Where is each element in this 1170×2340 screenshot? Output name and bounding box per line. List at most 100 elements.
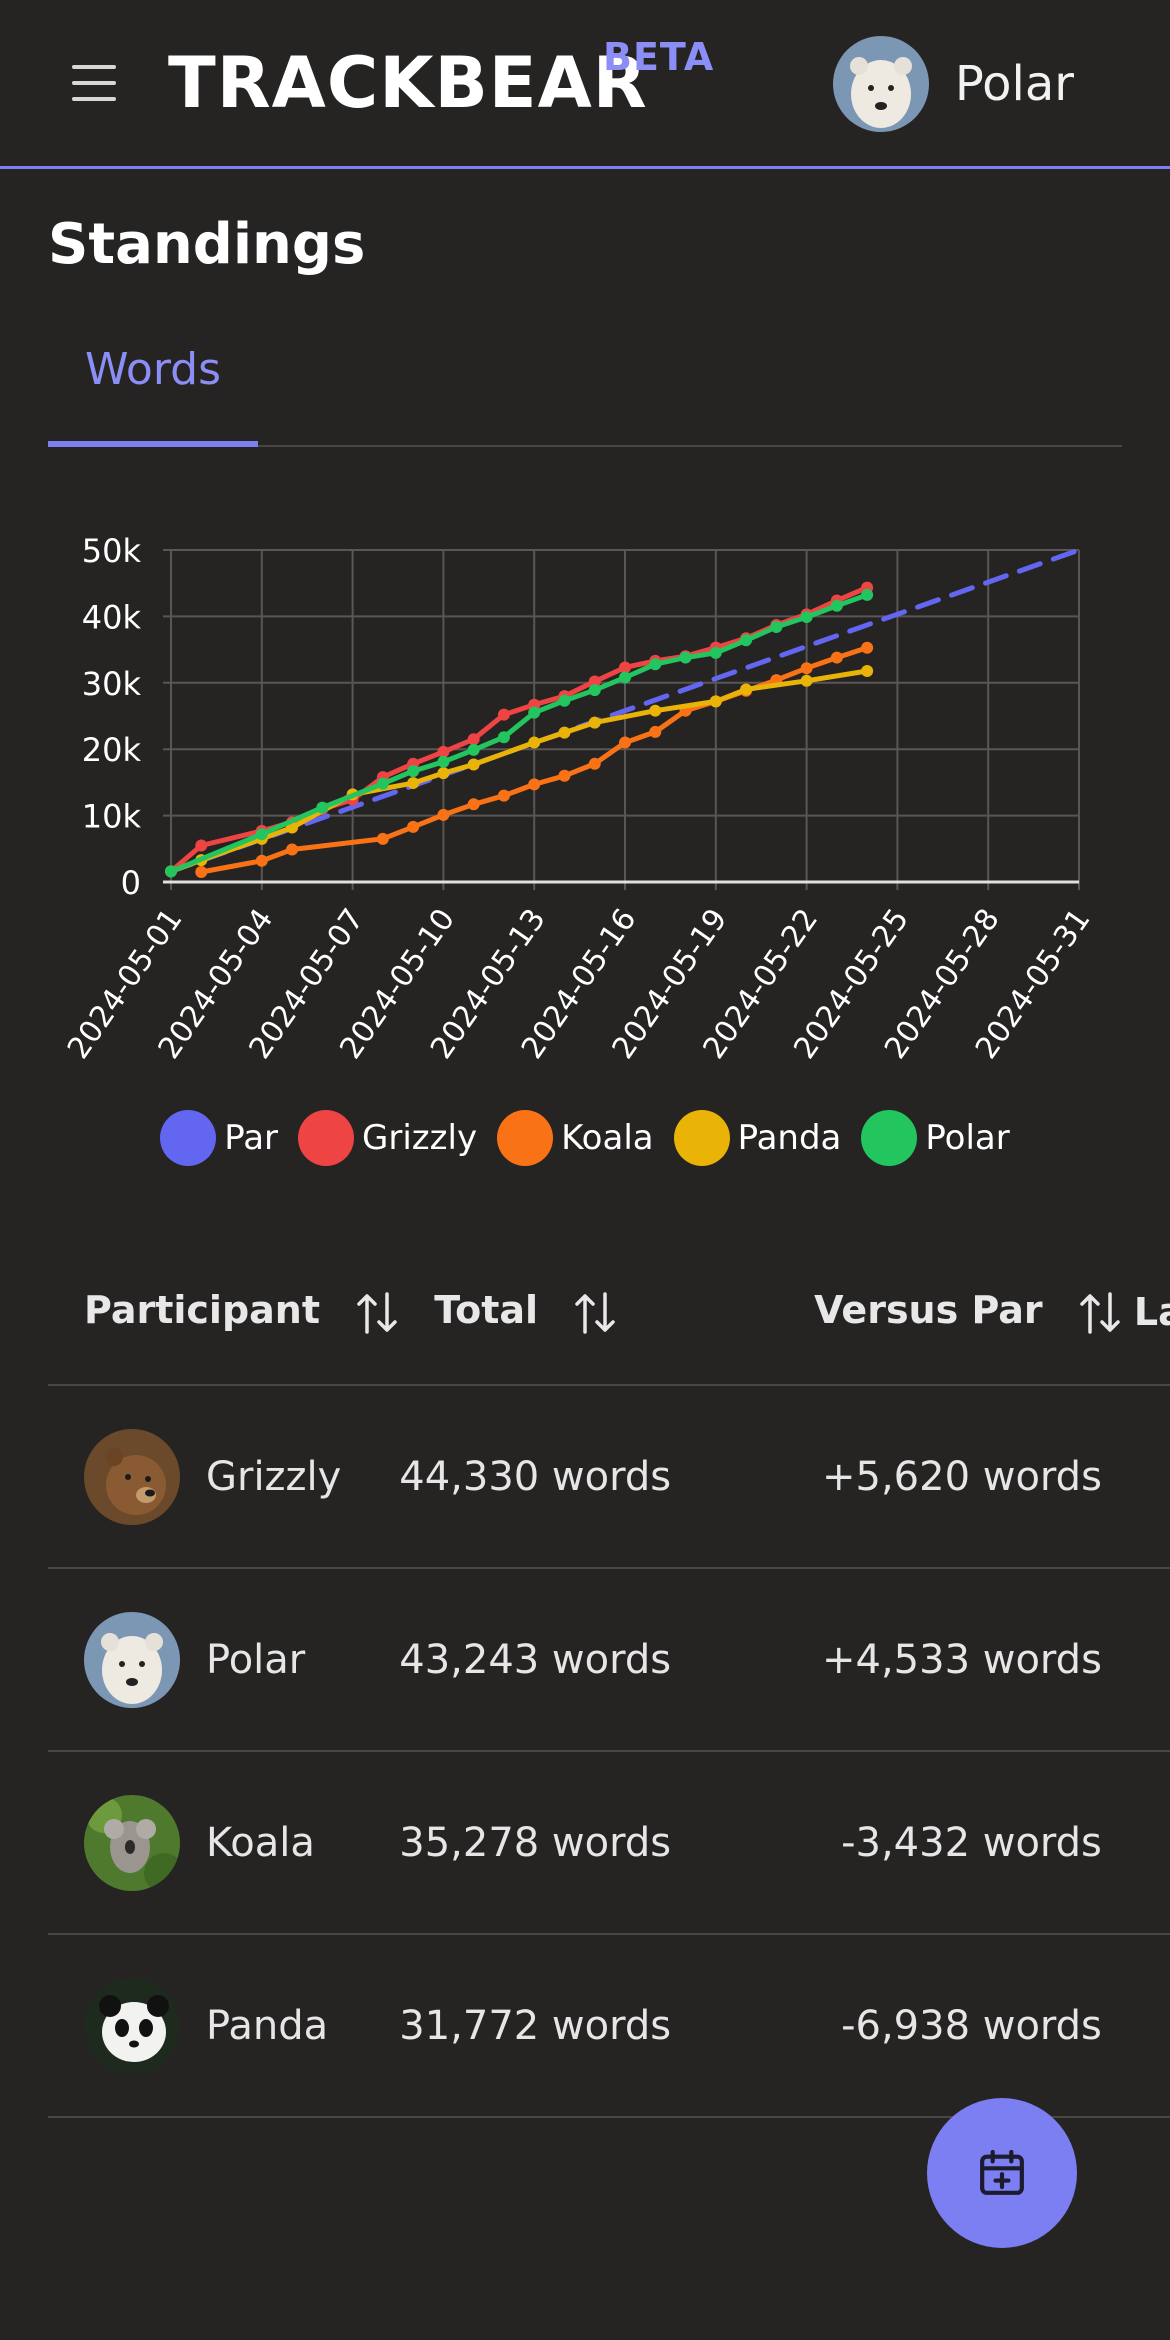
- column-label: Participant: [84, 1288, 321, 1333]
- series-line-polar: [168, 592, 870, 874]
- avatar: [84, 1794, 180, 1891]
- y-tick-label: 40k: [82, 598, 142, 636]
- column-label: La: [1133, 1290, 1170, 1334]
- legend-swatch: [497, 1110, 554, 1166]
- total-value: 43,243 words: [399, 1636, 672, 1683]
- y-tick-label: 10k: [82, 798, 142, 836]
- legend-item-grizzly[interactable]: Grizzly: [298, 1110, 477, 1166]
- y-tick-label: 20k: [82, 731, 142, 769]
- tab-words[interactable]: Words: [48, 320, 258, 447]
- column-header-versus-par[interactable]: Versus Par: [782, 1240, 1122, 1386]
- data-point-koala: [407, 820, 420, 833]
- data-point-panda: [467, 758, 480, 771]
- y-tick-label: 0: [121, 864, 141, 902]
- column-header-total[interactable]: Total: [399, 1240, 783, 1386]
- user-menu[interactable]: Polar: [832, 36, 1074, 132]
- data-point-koala: [861, 641, 874, 654]
- top-app-bar: TRACKBEAR BETA Polar: [0, 0, 1170, 169]
- data-point-polar: [770, 621, 783, 634]
- column-header-last[interactable]: La: [1121, 1240, 1170, 1386]
- data-point-polar: [861, 588, 874, 601]
- brand-logo[interactable]: TRACKBEAR BETA: [168, 35, 713, 128]
- data-point-polar: [588, 684, 601, 697]
- data-point-koala: [376, 832, 389, 845]
- column-label: Total: [434, 1288, 539, 1333]
- data-point-panda: [861, 665, 874, 678]
- data-point-koala: [649, 725, 662, 738]
- data-point-koala: [255, 854, 268, 867]
- data-point-polar: [558, 694, 571, 707]
- legend-item-panda[interactable]: Panda: [673, 1110, 841, 1166]
- legend-label: Par: [224, 1118, 279, 1158]
- data-point-panda: [437, 767, 450, 780]
- data-point-polar: [407, 765, 420, 778]
- data-point-grizzly: [467, 733, 480, 746]
- legend-swatch: [160, 1110, 217, 1166]
- data-point-koala: [800, 662, 813, 675]
- participant-name: Polar: [206, 1636, 306, 1683]
- data-point-polar: [255, 828, 268, 841]
- user-name: Polar: [954, 56, 1074, 112]
- hamburger-menu-icon[interactable]: [72, 65, 116, 101]
- brand-name: TRACKBEAR: [168, 42, 648, 124]
- data-point-polar: [165, 865, 177, 878]
- legend-label: Grizzly: [362, 1118, 478, 1158]
- data-point-polar: [830, 599, 843, 612]
- data-point-koala: [437, 808, 450, 821]
- data-point-polar: [619, 671, 631, 684]
- user-avatar: [832, 36, 929, 132]
- data-point-panda: [528, 736, 541, 749]
- data-point-polar: [528, 706, 541, 719]
- y-tick-label: 30k: [82, 665, 142, 703]
- data-point-koala: [195, 866, 208, 879]
- participant-cell: Grizzly: [48, 1428, 399, 1525]
- legend-item-polar[interactable]: Polar: [861, 1110, 1010, 1166]
- table-row[interactable]: Polar 43,243 words +4,533 words: [48, 1568, 1170, 1752]
- participant-name: Panda: [206, 2002, 329, 2049]
- table-row[interactable]: Panda 31,772 words -6,938 words: [48, 1934, 1170, 2118]
- data-point-panda: [740, 683, 753, 696]
- data-point-polar: [437, 755, 450, 768]
- data-point-panda: [800, 674, 813, 687]
- column-label: Versus Par: [814, 1288, 1043, 1333]
- standings-table: Participant Total Versus Par L Grizzly 4…: [48, 1240, 1170, 2118]
- calendar-plus-icon: [980, 2149, 1024, 2195]
- versus-par-value: +5,620 words: [822, 1453, 1102, 1500]
- data-point-koala: [286, 843, 299, 856]
- legend-swatch: [861, 1110, 918, 1166]
- participant-cell: Panda: [48, 1977, 399, 2074]
- beta-badge: BETA: [603, 35, 715, 79]
- data-point-grizzly: [195, 839, 208, 852]
- legend-item-par[interactable]: Par: [160, 1110, 278, 1166]
- column-header-participant[interactable]: Participant: [48, 1240, 400, 1386]
- data-point-koala: [558, 769, 571, 782]
- table-header-row: Participant Total Versus Par L: [48, 1240, 1170, 1386]
- data-point-polar: [497, 731, 510, 744]
- data-point-polar: [709, 646, 722, 659]
- total-value: 35,278 words: [399, 1819, 672, 1866]
- data-point-koala: [528, 778, 541, 791]
- legend-item-koala[interactable]: Koala: [497, 1110, 654, 1166]
- total-value: 44,330 words: [399, 1453, 672, 1500]
- data-point-koala: [830, 651, 843, 664]
- sort-arrows-icon: [357, 1292, 397, 1334]
- data-point-polar: [800, 611, 813, 624]
- sort-arrows-icon: [575, 1292, 616, 1334]
- standings-chart: 010k20k30k40k50k2024-05-012024-05-042024…: [61, 532, 1098, 1065]
- versus-par-value: -6,938 words: [841, 2002, 1102, 2049]
- table-row[interactable]: Grizzly 44,330 words +5,620 words: [48, 1385, 1170, 1569]
- legend-swatch: [298, 1110, 355, 1166]
- data-point-panda: [649, 704, 662, 717]
- versus-par-value: +4,533 words: [822, 1636, 1102, 1683]
- chart-legend: Par Grizzly Koala Panda Polar: [0, 1110, 1170, 1166]
- avatar: [84, 1977, 180, 2074]
- add-tally-button[interactable]: [927, 2098, 1077, 2248]
- legend-label: Koala: [561, 1118, 654, 1158]
- avatar: [84, 1428, 180, 1525]
- data-point-panda: [407, 777, 420, 790]
- data-point-grizzly: [497, 708, 510, 721]
- data-point-koala: [588, 757, 601, 770]
- table-row[interactable]: Koala 35,278 words -3,432 words: [48, 1751, 1170, 1935]
- data-point-polar: [649, 658, 662, 671]
- data-point-panda: [709, 695, 722, 708]
